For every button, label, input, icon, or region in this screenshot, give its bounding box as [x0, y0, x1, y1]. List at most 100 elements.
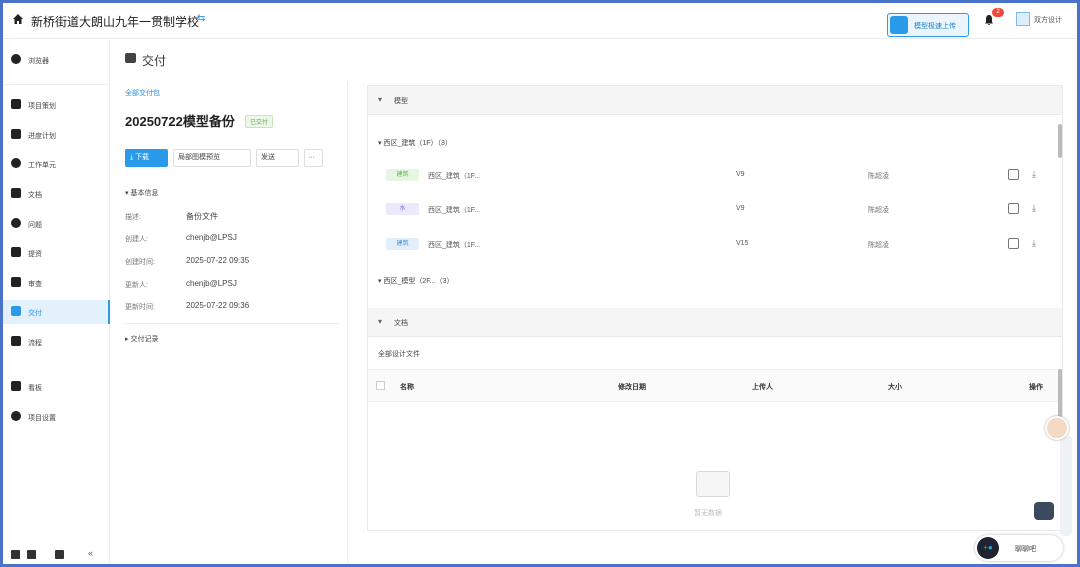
- model-uploader: 陈超凌: [868, 207, 889, 214]
- all-deliveries-link[interactable]: 全部交付包: [125, 88, 160, 98]
- download-icon[interactable]: ⤓: [1032, 203, 1036, 214]
- share-icon[interactable]: [27, 550, 36, 559]
- field-value: chenjb@LPSJ: [186, 279, 237, 288]
- model-folder-label: 西区_建筑（1F）（3）: [383, 140, 452, 147]
- chevron-down-icon: ▾: [378, 140, 382, 147]
- basic-info-toggle[interactable]: ▾ 基本信息: [125, 188, 158, 198]
- browser-icon: [11, 54, 21, 64]
- floating-tool-rail[interactable]: [1060, 436, 1072, 536]
- sidebar-item-submission[interactable]: 提资: [3, 241, 110, 265]
- collapse-sidebar-icon[interactable]: «: [88, 548, 97, 558]
- model-folder-label: 西区_模型（2F...（3）: [383, 278, 454, 285]
- delivery-records-toggle[interactable]: ▸ 交付记录: [125, 334, 158, 344]
- switch-project-icon[interactable]: ⇆: [197, 13, 205, 24]
- model-row[interactable]: 水 西区_建筑（1F... V9 陈超凌 ⤓: [368, 193, 1048, 227]
- delivery-detail-panel: 全部交付包 20250722模型备份 已交付 ⤓ 下载 局部图模预览 发送 ··…: [111, 82, 348, 564]
- field-label: 描述:: [125, 214, 141, 221]
- assistant-avatar-icon[interactable]: [1045, 416, 1069, 440]
- model-scrollbar[interactable]: [1058, 124, 1062, 158]
- column-modified[interactable]: 修改日期: [618, 382, 646, 392]
- all-design-files-label[interactable]: 全部设计文件: [378, 349, 420, 359]
- select-all-checkbox[interactable]: [376, 381, 385, 390]
- sidebar-item-label: 工作单元: [28, 162, 56, 169]
- folder-icon: [11, 247, 21, 257]
- chat-label: 聊聊吧: [1015, 546, 1036, 553]
- scan-view-icon[interactable]: [1008, 238, 1019, 249]
- field-label: 创建时间:: [125, 259, 155, 266]
- page-title: 交付: [142, 54, 167, 68]
- user-avatar[interactable]: [1016, 12, 1030, 26]
- partial-preview-button[interactable]: 局部图模预览: [173, 149, 251, 167]
- sidebar-item-label: 问题: [28, 222, 42, 229]
- discipline-tag: 建筑: [386, 238, 419, 250]
- project-title: 新桥街道大朗山九年一贯制学校: [31, 15, 200, 29]
- model-uploader: 陈超凌: [868, 242, 889, 249]
- model-row[interactable]: 建筑 西区_建筑（1F... V15 陈超凌 ⤓: [368, 228, 1048, 262]
- preview-label: 局部图模预览: [178, 154, 220, 161]
- home-icon[interactable]: [12, 13, 24, 25]
- dashboard-icon: [11, 381, 21, 391]
- chat-icon: +●: [977, 537, 999, 559]
- question-icon: [11, 218, 21, 228]
- user-name[interactable]: 双方设计: [1034, 15, 1062, 25]
- model-section-header[interactable]: ▾ 模型: [368, 86, 1062, 115]
- model-name[interactable]: 西区_建筑（1F...: [428, 171, 480, 181]
- chat-launcher[interactable]: +● 聊聊吧: [975, 535, 1063, 561]
- schedule-icon: [11, 129, 21, 139]
- chevron-down-icon: ▾: [378, 95, 383, 104]
- more-button[interactable]: ···: [304, 149, 323, 167]
- sidebar-item-schedule[interactable]: 进度计划: [3, 123, 110, 147]
- sidebar-item-settings[interactable]: 项目设置: [3, 405, 110, 429]
- field-value: 备份文件: [186, 212, 218, 221]
- scan-view-icon[interactable]: [1008, 203, 1019, 214]
- scan-view-icon[interactable]: [1008, 169, 1019, 180]
- grid-icon[interactable]: [11, 550, 20, 559]
- sidebar-item-label: 流程: [28, 340, 42, 347]
- model-upload-button[interactable]: 模型极速上传: [887, 13, 969, 37]
- download-button[interactable]: ⤓ 下载: [125, 149, 168, 167]
- sidebar-item-dashboard[interactable]: 看板: [3, 375, 110, 399]
- status-badge: 已交付: [245, 115, 274, 128]
- model-version: V15: [736, 240, 749, 247]
- download-icon: ⤓: [130, 154, 134, 161]
- model-folder-1[interactable]: ▾ 西区_建筑（1F）（3）: [378, 138, 452, 148]
- model-name[interactable]: 西区_建筑（1F...: [428, 205, 480, 215]
- sidebar-item-label: 交付: [28, 310, 42, 317]
- globe-icon: [11, 158, 21, 168]
- divider: [123, 323, 339, 324]
- model-version: V9: [736, 171, 745, 178]
- deliver-icon: [125, 53, 136, 63]
- download-icon[interactable]: ⤓: [1032, 169, 1036, 180]
- sidebar-item-review[interactable]: 审查: [3, 271, 110, 295]
- model-row[interactable]: 建筑 西区_建筑（1F... V9 陈超凌 ⤓: [368, 159, 1048, 193]
- empty-state-text: 暂无数据: [694, 510, 722, 517]
- column-name[interactable]: 名称: [400, 382, 414, 392]
- send-button[interactable]: 发送: [256, 149, 299, 167]
- sidebar-item-planning[interactable]: 项目策划: [3, 93, 110, 117]
- document-icon: [11, 188, 21, 198]
- document-section-header[interactable]: ▾ 文档: [368, 308, 1062, 337]
- flow-icon: [11, 336, 21, 346]
- robot-icon[interactable]: [1034, 502, 1054, 520]
- sidebar-item-label: 进度计划: [28, 133, 56, 140]
- top-bar: 新桥街道大朗山九年一贯制学校 ⇆ 模型极速上传 2 双方设计: [3, 3, 1077, 39]
- print-icon[interactable]: [55, 550, 64, 559]
- download-icon[interactable]: ⤓: [1032, 238, 1036, 249]
- model-name[interactable]: 西区_建筑（1F...: [428, 240, 480, 250]
- sidebar-item-label: 文档: [28, 192, 42, 199]
- sidebar-item-delivery[interactable]: 交付: [3, 300, 110, 324]
- sidebar: 浏览器 项目策划 进度计划 工作单元 文档 问题 提资 审查 交付 流程 看板: [3, 40, 110, 564]
- sidebar-item-workflow[interactable]: 流程: [3, 330, 110, 354]
- sidebar-item-issues[interactable]: 问题: [3, 212, 110, 236]
- model-folder-2[interactable]: ▾ 西区_模型（2F...（3）: [378, 276, 453, 286]
- sidebar-item-work-unit[interactable]: 工作单元: [3, 152, 110, 176]
- sidebar-item-browser[interactable]: 浏览器: [3, 48, 110, 72]
- empty-box-icon: [696, 471, 730, 497]
- document-table-header: 名称 修改日期 上传人 大小 操作: [368, 369, 1062, 402]
- field-label: 创建人:: [125, 236, 148, 243]
- column-size[interactable]: 大小: [888, 382, 902, 392]
- column-uploader[interactable]: 上传人: [752, 382, 773, 392]
- sidebar-item-documents[interactable]: 文档: [3, 182, 110, 206]
- download-label: 下载: [135, 154, 150, 161]
- model-upload-label: 模型极速上传: [914, 23, 956, 30]
